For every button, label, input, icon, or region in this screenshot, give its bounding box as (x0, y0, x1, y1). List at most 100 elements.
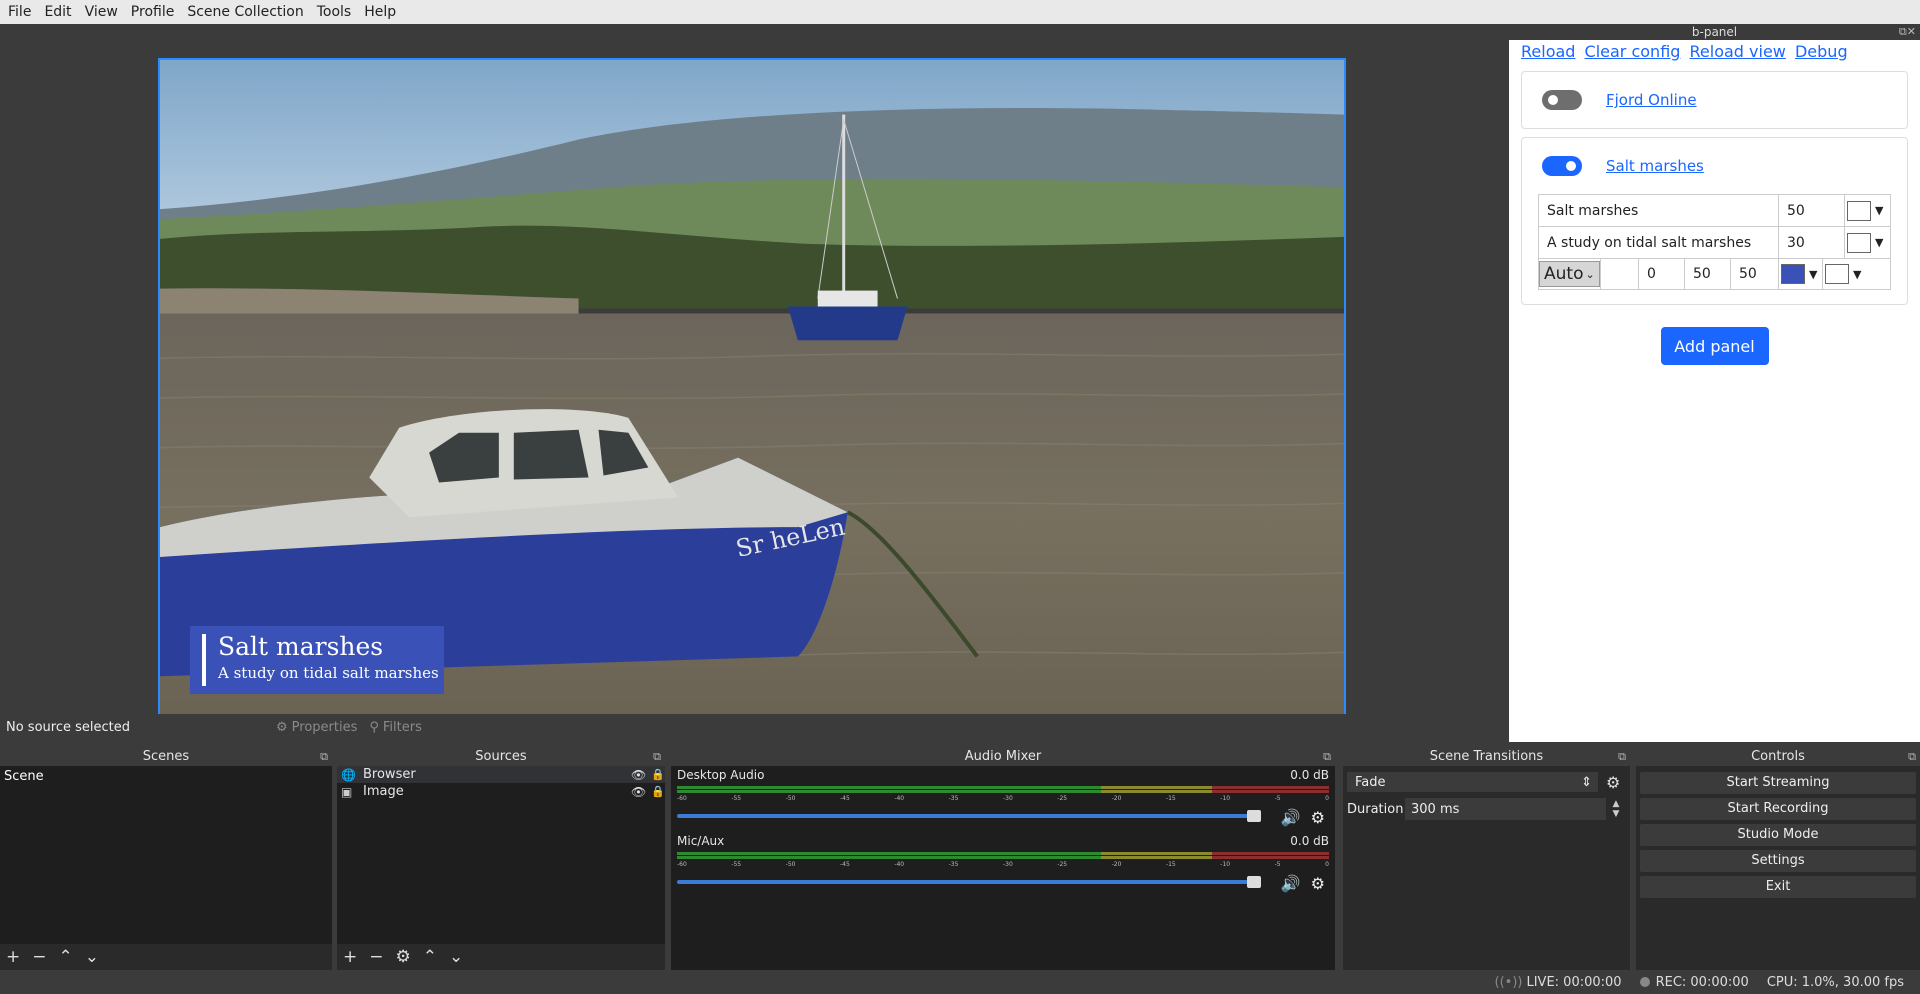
studio-mode-button[interactable]: Studio Mode (1640, 824, 1916, 846)
title-text-field[interactable]: Salt marshes (1539, 195, 1779, 226)
gear-icon[interactable]: ⚙ (1311, 808, 1325, 827)
accent-color-picker[interactable]: ▼ (1779, 259, 1823, 289)
lower-third-title: Salt marshes (218, 632, 384, 661)
exit-button[interactable]: Exit (1640, 876, 1916, 898)
volume-slider[interactable] (677, 876, 1261, 888)
speaker-icon[interactable]: 🔊 (1281, 874, 1301, 893)
duration-label: Duration (1347, 801, 1404, 817)
lock-icon[interactable]: 🔒 (651, 785, 665, 798)
eye-icon[interactable]: 👁 (631, 768, 651, 782)
panel-link-salt[interactable]: Salt marshes (1606, 157, 1704, 175)
volume-slider[interactable] (677, 810, 1261, 822)
settings-button[interactable]: Settings (1640, 850, 1916, 872)
remove-icon[interactable]: − (32, 947, 46, 967)
source-item-image[interactable]: ▣ Image 👁 🔒 (337, 783, 665, 800)
panel-toggle-fjord[interactable] (1542, 90, 1582, 110)
filter-icon: ⚲ (369, 719, 379, 735)
gear-icon: ⚙ (276, 719, 288, 735)
gear-icon[interactable]: ⚙ (1606, 773, 1626, 792)
lock-icon[interactable]: 🔒 (651, 768, 665, 781)
sources-dock: Sources ⧉ 🌐 Browser 👁 🔒 ▣ Image 👁 🔒 + − ⚙… (337, 748, 665, 970)
menu-tools[interactable]: Tools (317, 4, 352, 20)
reload-link[interactable]: Reload (1521, 42, 1575, 61)
channel-name: Desktop Audio (677, 768, 765, 782)
panel-link-fjord[interactable]: Fjord Online (1606, 91, 1697, 109)
channel-level: 0.0 dB (1290, 834, 1329, 848)
remove-icon[interactable]: − (369, 947, 383, 967)
start-streaming-button[interactable]: Start Streaming (1640, 772, 1916, 794)
b-panel-dock: b-panel ⧉✕ Reload Clear config Reload vi… (1509, 24, 1920, 742)
live-time: LIVE: 00:00:00 (1526, 974, 1622, 990)
volume-meter (677, 786, 1329, 794)
duration-input[interactable]: 300 ms (1405, 798, 1606, 820)
add-icon[interactable]: + (343, 947, 357, 967)
start-recording-button[interactable]: Start Recording (1640, 798, 1916, 820)
debug-link[interactable]: Debug (1795, 42, 1848, 61)
menu-help[interactable]: Help (364, 4, 396, 20)
subtitle-text-field[interactable]: A study on tidal salt marshes (1539, 227, 1779, 258)
move-down-icon[interactable]: ⌄ (85, 947, 99, 967)
scene-list-item[interactable]: Scene (0, 766, 332, 787)
mode-select[interactable]: Auto ⌄ (1539, 259, 1601, 289)
reload-view-link[interactable]: Reload view (1690, 42, 1786, 61)
dock-float-icon[interactable]: ⧉ (1908, 748, 1916, 766)
filters-label: Filters (382, 719, 422, 735)
properties-label: Properties (291, 719, 358, 735)
updown-icon: ⇕ (1581, 774, 1592, 790)
move-up-icon[interactable]: ⌃ (59, 947, 73, 967)
add-panel-button[interactable]: Add panel (1660, 327, 1769, 365)
move-down-icon[interactable]: ⌄ (449, 947, 463, 967)
dock-float-icon[interactable]: ⧉ (1618, 748, 1626, 766)
gear-icon[interactable]: ⚙ (1311, 874, 1325, 893)
filters-button[interactable]: ⚲ Filters (369, 720, 422, 735)
duration-spinner[interactable]: ▲ ▼ (1606, 799, 1626, 819)
mode-select-value: Auto (1544, 264, 1584, 284)
dock-float-icon[interactable]: ⧉ (653, 748, 661, 766)
scene-transitions-dock: Scene Transitions ⧉ Fade ⇕ ⚙ Duration 300 … (1343, 748, 1630, 970)
speaker-icon[interactable]: 🔊 (1281, 808, 1301, 827)
transitions-title: Scene Transitions (1429, 749, 1544, 764)
subtitle-color-picker[interactable]: ▼ (1845, 227, 1889, 258)
transition-select[interactable]: Fade ⇕ (1347, 772, 1598, 792)
status-bar: ((•)) LIVE: 00:00:00 REC: 00:00:00 CPU: 1… (0, 970, 1920, 994)
menu-scene-collection[interactable]: Scene Collection (187, 4, 303, 20)
move-up-icon[interactable]: ⌃ (423, 947, 437, 967)
blank-field[interactable] (1601, 259, 1639, 289)
properties-button[interactable]: ⚙ Properties (276, 720, 357, 735)
menu-view[interactable]: View (85, 4, 118, 20)
cpu-status: CPU: 1.0%, 30.00 fps (1766, 974, 1904, 990)
b-panel-title-text: b-panel (1691, 25, 1738, 39)
clear-config-link[interactable]: Clear config (1585, 42, 1681, 61)
preview-canvas[interactable]: Sr heLen Salt marshes A study on tidal s… (158, 58, 1346, 724)
meter-ticks: -60 -55 -50 -45 -40 -35 -30 -25 -20 -15 -10 -5 0 (677, 861, 1329, 868)
title-color-picker[interactable]: ▼ (1845, 195, 1889, 226)
menu-file[interactable]: File (8, 4, 31, 20)
chevron-down-icon: ⌄ (1585, 267, 1595, 281)
lower-third-bar (202, 634, 206, 686)
value-3-field[interactable]: 50 (1731, 259, 1779, 289)
image-icon: ▣ (341, 784, 353, 799)
broadcast-icon: ((•)) (1494, 974, 1523, 990)
menu-edit[interactable]: Edit (44, 4, 71, 20)
record-dot-icon (1639, 976, 1650, 987)
value-2-field[interactable]: 50 (1685, 259, 1731, 289)
menu-profile[interactable]: Profile (131, 4, 175, 20)
panel-toggle-salt[interactable] (1542, 156, 1582, 176)
panel-card-fjord: Fjord Online (1521, 71, 1908, 129)
value-1-field[interactable]: 0 (1639, 259, 1685, 289)
add-icon[interactable]: + (6, 947, 20, 967)
eye-icon[interactable]: 👁 (631, 785, 651, 799)
dock-float-close-icon[interactable]: ⧉✕ (1899, 24, 1916, 40)
secondary-color-picker[interactable]: ▼ (1823, 259, 1867, 289)
gear-icon[interactable]: ⚙ (396, 947, 411, 967)
scenes-title: Scenes (142, 749, 190, 764)
channel-name: Mic/Aux (677, 834, 725, 848)
title-size-field[interactable]: 50 (1779, 195, 1845, 226)
lower-third-subtitle: A study on tidal salt marshes (218, 664, 439, 682)
dock-float-icon[interactable]: ⧉ (1323, 748, 1331, 766)
subtitle-size-field[interactable]: 30 (1779, 227, 1845, 258)
transition-value: Fade (1355, 774, 1386, 790)
source-item-browser[interactable]: 🌐 Browser 👁 🔒 (337, 766, 665, 783)
dock-float-icon[interactable]: ⧉ (320, 748, 328, 766)
channel-level: 0.0 dB (1290, 768, 1329, 782)
